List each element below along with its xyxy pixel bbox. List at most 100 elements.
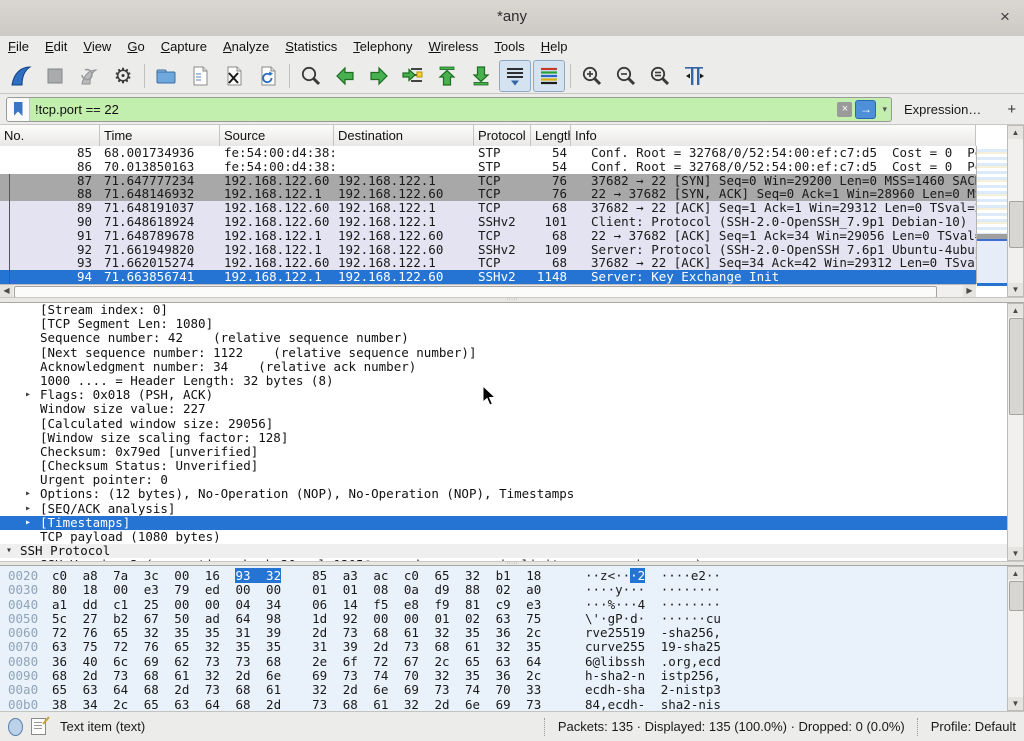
scroll-up-arrow[interactable]: ▲ <box>1008 126 1023 139</box>
column-header-source[interactable]: Source <box>220 125 334 146</box>
add-filter-button[interactable]: + <box>1001 101 1022 118</box>
scroll-left-arrow[interactable]: ◀ <box>0 285 13 297</box>
menu-help[interactable]: Help <box>533 36 576 54</box>
detail-line[interactable]: [Stream index: 0] <box>0 303 1007 317</box>
expression-button[interactable]: Expression… <box>904 102 981 117</box>
column-header-protocol[interactable]: Protocol <box>474 125 531 146</box>
detail-line[interactable]: Urgent pointer: 0 <box>0 473 1007 487</box>
column-header-no[interactable]: No. <box>0 125 100 146</box>
restart-capture-button[interactable] <box>73 60 105 92</box>
detail-line[interactable]: ▸Options: (12 bytes), No-Operation (NOP)… <box>0 487 1007 501</box>
scroll-thumb[interactable] <box>1009 318 1024 415</box>
column-header-length[interactable]: Length <box>531 125 571 146</box>
detail-line[interactable]: ▾SSH Protocol <box>0 544 1007 558</box>
scroll-down-arrow[interactable]: ▼ <box>1008 697 1023 710</box>
bytes-vscrollbar[interactable]: ▲ ▼ <box>1007 566 1024 711</box>
hex-row-0030[interactable]: 003080 18 00 e3 79 ed 00 00 01 01 08 0a … <box>0 583 1007 597</box>
hex-row-0070[interactable]: 007063 75 72 76 65 32 35 35 31 39 2d 73 … <box>0 640 1007 654</box>
hex-row-0050[interactable]: 00505c 27 b2 67 50 ad 64 98 1d 92 00 00 … <box>0 612 1007 626</box>
hex-row-0060[interactable]: 006072 76 65 32 35 35 31 39 2d 73 68 61 … <box>0 626 1007 640</box>
menu-telephony[interactable]: Telephony <box>345 36 420 54</box>
packet-row-90[interactable]: 9071.648618924192.168.122.60192.168.122.… <box>0 215 976 229</box>
scroll-down-arrow[interactable]: ▼ <box>1008 547 1023 560</box>
detail-line[interactable]: ▸[SEQ/ACK analysis] <box>0 502 1007 516</box>
detail-line[interactable]: [Checksum Status: Unverified] <box>0 459 1007 473</box>
expanded-arrow-icon[interactable]: ▾ <box>6 544 12 558</box>
detail-line[interactable]: TCP payload (1080 bytes) <box>0 530 1007 544</box>
menu-file[interactable]: File <box>0 36 37 54</box>
find-packet-button[interactable] <box>295 60 327 92</box>
stop-capture-button[interactable] <box>39 60 71 92</box>
detail-line[interactable]: Acknowledgment number: 34 (relative ack … <box>0 360 1007 374</box>
reload-file-button[interactable] <box>252 60 284 92</box>
filter-history-dropdown[interactable]: ▾ <box>878 104 891 115</box>
hex-row-00a0[interactable]: 00a065 63 64 68 2d 73 68 61 32 2d 6e 69 … <box>0 683 1007 697</box>
detail-line[interactable]: Window size value: 227 <box>0 402 1007 416</box>
auto-scroll-button[interactable] <box>499 60 531 92</box>
packet-list-hscrollbar[interactable]: ◀ ▶ <box>0 284 976 298</box>
hex-row-0090[interactable]: 009068 2d 73 68 61 32 2d 6e 69 73 74 70 … <box>0 669 1007 683</box>
save-file-button[interactable] <box>184 60 216 92</box>
packet-row-85[interactable]: 8568.001734936fe:54:00:d4:38:2aSTP54Conf… <box>0 146 976 160</box>
intelligent-scrollbar[interactable] <box>976 146 1007 284</box>
go-forward-button[interactable] <box>363 60 395 92</box>
packet-row-93[interactable]: 9371.662015274192.168.122.60192.168.122.… <box>0 256 976 270</box>
packet-row-94[interactable]: 9471.663856741192.168.122.1192.168.122.6… <box>0 270 976 284</box>
go-back-button[interactable] <box>329 60 361 92</box>
column-header-info[interactable]: Info <box>571 125 976 146</box>
detail-line[interactable]: Sequence number: 42 (relative sequence n… <box>0 331 1007 345</box>
scroll-up-arrow[interactable]: ▲ <box>1008 567 1023 580</box>
detail-line[interactable]: ▸Flags: 0x018 (PSH, ACK) <box>0 388 1007 402</box>
packet-row-92[interactable]: 9271.661949820192.168.122.1192.168.122.6… <box>0 243 976 257</box>
detail-line[interactable]: [Next sequence number: 1122 (relative se… <box>0 346 1007 360</box>
menu-go[interactable]: Go <box>119 36 152 54</box>
close-file-button[interactable] <box>218 60 250 92</box>
hex-row-0040[interactable]: 0040a1 dd c1 25 00 00 04 34 06 14 f5 e8 … <box>0 598 1007 612</box>
open-file-button[interactable] <box>150 60 182 92</box>
packet-row-89[interactable]: 8971.648191037192.168.122.60192.168.122.… <box>0 201 976 215</box>
scroll-down-arrow[interactable]: ▼ <box>1008 283 1023 296</box>
packet-row-86[interactable]: 8670.013850163fe:54:00:d4:38:2aSTP54Conf… <box>0 160 976 174</box>
scroll-right-arrow[interactable]: ▶ <box>963 285 976 297</box>
filter-apply-button[interactable]: → <box>855 100 876 119</box>
detail-vscrollbar[interactable]: ▲ ▼ <box>1007 303 1024 561</box>
resize-columns-button[interactable] <box>678 60 710 92</box>
scroll-thumb[interactable] <box>1009 581 1024 611</box>
menu-analyze[interactable]: Analyze <box>215 36 277 54</box>
detail-line[interactable]: [Calculated window size: 29056] <box>0 417 1007 431</box>
packet-list-vscrollbar[interactable]: ▲ ▼ <box>1007 125 1024 297</box>
menu-capture[interactable]: Capture <box>153 36 215 54</box>
menu-wireless[interactable]: Wireless <box>421 36 487 54</box>
detail-line[interactable]: Checksum: 0x79ed [unverified] <box>0 445 1007 459</box>
capture-comment-icon[interactable] <box>31 718 46 735</box>
go-to-packet-button[interactable] <box>397 60 429 92</box>
menu-view[interactable]: View <box>75 36 119 54</box>
packet-row-87[interactable]: 8771.647777234192.168.122.60192.168.122.… <box>0 174 976 188</box>
expert-info-icon[interactable] <box>8 718 23 736</box>
status-profile[interactable]: Profile: Default <box>931 719 1016 734</box>
detail-line[interactable]: ▸[Timestamps] <box>0 516 1007 530</box>
hex-row-00b0[interactable]: 00b038 34 2c 65 63 64 68 2d 73 68 61 32 … <box>0 698 1007 711</box>
title-bar[interactable]: *any × <box>0 0 1024 37</box>
hex-row-0080[interactable]: 008036 40 6c 69 62 73 73 68 2e 6f 72 67 … <box>0 655 1007 669</box>
detail-line[interactable]: 1000 .... = Header Length: 32 bytes (8) <box>0 374 1007 388</box>
collapsed-arrow-icon[interactable]: ▸ <box>25 388 31 402</box>
column-header-destination[interactable]: Destination <box>334 125 474 146</box>
colorize-button[interactable] <box>533 60 565 92</box>
start-capture-button[interactable] <box>5 60 37 92</box>
close-window-button[interactable]: × <box>994 6 1016 28</box>
zoom-original-button[interactable] <box>644 60 676 92</box>
scroll-up-arrow[interactable]: ▲ <box>1008 304 1023 317</box>
zoom-in-button[interactable] <box>576 60 608 92</box>
menu-edit[interactable]: Edit <box>37 36 75 54</box>
menu-tools[interactable]: Tools <box>486 36 532 54</box>
collapsed-arrow-icon[interactable]: ▸ <box>25 516 31 530</box>
packet-row-88[interactable]: 8871.648146932192.168.122.1192.168.122.6… <box>0 187 976 201</box>
menu-statistics[interactable]: Statistics <box>277 36 345 54</box>
detail-line[interactable]: [Window size scaling factor: 128] <box>0 431 1007 445</box>
zoom-out-button[interactable] <box>610 60 642 92</box>
column-header-time[interactable]: Time <box>100 125 220 146</box>
go-to-top-button[interactable] <box>431 60 463 92</box>
hex-row-0020[interactable]: 0020c0 a8 7a 3c 00 16 93 32 85 a3 ac c0 … <box>0 569 1007 583</box>
collapsed-arrow-icon[interactable]: ▸ <box>25 487 31 501</box>
